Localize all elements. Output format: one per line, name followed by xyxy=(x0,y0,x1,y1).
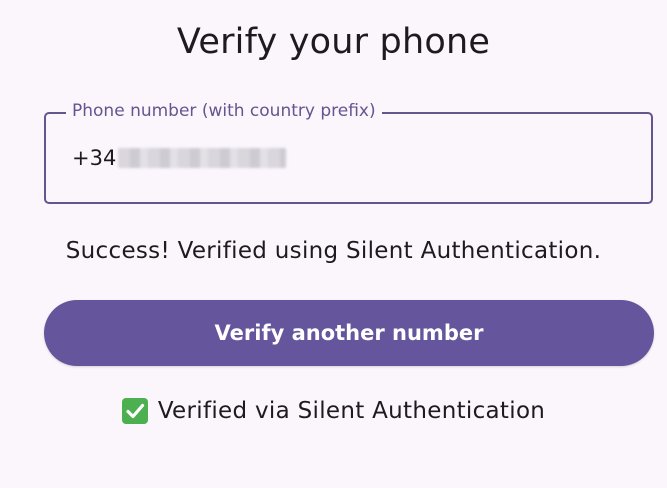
verified-badge-text: Verified via Silent Authentication xyxy=(157,398,546,424)
page-title: Verify your phone xyxy=(176,22,491,62)
phone-number-label: Phone number (with country prefix) xyxy=(66,101,382,121)
verify-screen: Verify your phone Phone number (with cou… xyxy=(0,0,667,488)
status-message: Success! Verified using Silent Authentic… xyxy=(65,238,602,264)
verify-another-number-button[interactable]: Verify another number xyxy=(44,300,654,366)
phone-number-field[interactable]: Phone number (with country prefix) +34 xyxy=(44,101,653,204)
country-prefix: +34 xyxy=(72,146,117,170)
redacted-number xyxy=(118,148,287,168)
verified-badge: Verified via Silent Authentication xyxy=(0,398,667,424)
phone-number-value[interactable]: +34 xyxy=(72,146,287,170)
check-mark-icon xyxy=(121,398,148,424)
